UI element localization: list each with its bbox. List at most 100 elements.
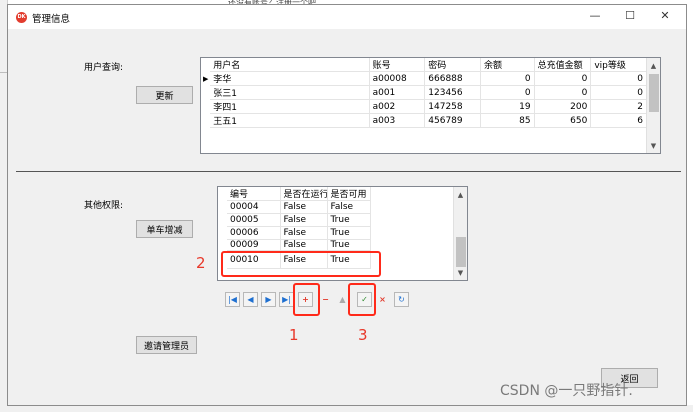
- cell-total-recharge[interactable]: 200: [534, 99, 592, 114]
- cell-total-recharge[interactable]: 650: [534, 113, 592, 128]
- row-header-cell: [201, 114, 210, 128]
- column-header-vip-level[interactable]: vip等级: [590, 58, 647, 72]
- nav-prior-icon[interactable]: ◀: [243, 292, 258, 307]
- other-permissions-label: 其他权限:: [84, 201, 124, 211]
- cell-vip-level[interactable]: 2: [590, 99, 647, 114]
- column-header-password[interactable]: 密码: [424, 58, 481, 72]
- cell-running[interactable]: False: [280, 226, 328, 240]
- row-header-cell: [218, 227, 227, 240]
- row-header-cell: [218, 240, 227, 251]
- title-bar: DK 管理信息 — ☐ ✕: [8, 5, 686, 29]
- column-header-available[interactable]: 是否可用: [327, 187, 371, 201]
- cell-available[interactable]: True: [327, 226, 371, 240]
- cell-username[interactable]: 王五1: [210, 113, 370, 128]
- scroll-down-icon[interactable]: ▼: [454, 267, 467, 279]
- cell-account[interactable]: a00008: [369, 71, 426, 86]
- bike-grid-scrollbar[interactable]: ▲ ▼: [453, 187, 467, 280]
- cell-balance[interactable]: 19: [480, 99, 535, 114]
- cell-id[interactable]: 00009: [227, 239, 281, 251]
- section-divider: [16, 171, 681, 172]
- cell-total-recharge[interactable]: 0: [534, 85, 592, 100]
- scroll-thumb[interactable]: [456, 237, 466, 267]
- cell-running[interactable]: False: [280, 200, 328, 214]
- table-row[interactable]: 00006 False True: [218, 226, 371, 240]
- cell-username[interactable]: 李四1: [210, 99, 370, 114]
- user-table-header: 用户名 账号 密码 余额 总充值金额 vip等级: [201, 58, 647, 72]
- cell-username[interactable]: 张三1: [210, 85, 370, 100]
- scroll-up-icon[interactable]: ▲: [647, 60, 660, 72]
- row-header-cell: [201, 86, 210, 100]
- annotation-box-new-row: [221, 251, 381, 277]
- cell-password[interactable]: 456789: [424, 113, 481, 128]
- bike-adjust-button[interactable]: 单车增减: [136, 220, 193, 238]
- management-window: DK 管理信息 — ☐ ✕ 用户查询: 更新 用户名 账号 密码 余额 总充值金…: [7, 4, 687, 406]
- row-header-cell: [218, 187, 227, 201]
- cell-password[interactable]: 147258: [424, 99, 481, 114]
- cell-balance[interactable]: 0: [480, 71, 535, 86]
- minimize-button[interactable]: —: [578, 5, 612, 27]
- row-header-cell: [201, 100, 210, 114]
- close-button[interactable]: ✕: [648, 5, 682, 27]
- cell-running[interactable]: False: [280, 239, 328, 251]
- cell-balance[interactable]: 0: [480, 85, 535, 100]
- background-bottom-strip: [0, 405, 693, 412]
- cell-password[interactable]: 666888: [424, 71, 481, 86]
- table-row[interactable]: 李四1 a002 147258 19 200 2: [201, 99, 647, 114]
- user-query-label: 用户查询:: [84, 63, 124, 73]
- cell-vip-level[interactable]: 0: [590, 85, 647, 100]
- app-logo-icon: DK: [16, 12, 27, 23]
- cell-password[interactable]: 123456: [424, 85, 481, 100]
- window-title: 管理信息: [32, 14, 71, 25]
- annotation-number-2: 2: [196, 254, 206, 272]
- scroll-down-icon[interactable]: ▼: [647, 140, 660, 152]
- refresh-button[interactable]: 更新: [136, 86, 193, 104]
- watermark-text: CSDN @一只野指针.: [500, 383, 633, 399]
- table-row[interactable]: 00004 False False: [218, 200, 371, 214]
- user-grid-scrollbar[interactable]: ▲ ▼: [646, 58, 660, 153]
- table-row[interactable]: 王五1 a003 456789 85 650 6: [201, 113, 647, 128]
- user-grid[interactable]: 用户名 账号 密码 余额 总充值金额 vip等级 ▶ 李华 a00008 666…: [200, 57, 661, 154]
- column-header-id[interactable]: 编号: [227, 187, 281, 201]
- cell-id[interactable]: 00005: [227, 213, 281, 227]
- cell-vip-level[interactable]: 0: [590, 71, 647, 86]
- nav-refresh-icon[interactable]: ↻: [394, 292, 409, 307]
- table-row[interactable]: ▶ 李华 a00008 666888 0 0 0: [201, 71, 647, 86]
- nav-next-icon[interactable]: ▶: [261, 292, 276, 307]
- cell-vip-level[interactable]: 6: [590, 113, 647, 128]
- user-table: 用户名 账号 密码 余额 总充值金额 vip等级 ▶ 李华 a00008 666…: [201, 58, 647, 128]
- column-header-username[interactable]: 用户名: [210, 58, 370, 72]
- cell-username[interactable]: 李华: [210, 71, 370, 86]
- table-row[interactable]: 00009 False True: [218, 239, 371, 251]
- row-header-cell: [218, 201, 227, 214]
- scroll-thumb[interactable]: [649, 74, 659, 112]
- column-header-account[interactable]: 账号: [369, 58, 426, 72]
- annotation-number-1: 1: [289, 326, 299, 344]
- cell-available[interactable]: True: [327, 239, 371, 251]
- nav-last-icon[interactable]: ▶|: [279, 292, 294, 307]
- cell-balance[interactable]: 85: [480, 113, 535, 128]
- column-header-balance[interactable]: 余额: [480, 58, 535, 72]
- cell-available[interactable]: True: [327, 213, 371, 227]
- annotation-box-insert: [293, 283, 320, 316]
- cell-running[interactable]: False: [280, 213, 328, 227]
- table-row[interactable]: 张三1 a001 123456 0 0 0: [201, 85, 647, 100]
- row-header-cell: [218, 214, 227, 227]
- maximize-button[interactable]: ☐: [613, 5, 647, 27]
- cell-account[interactable]: a001: [369, 85, 426, 100]
- nav-delete-icon[interactable]: −: [318, 292, 333, 307]
- cell-account[interactable]: a002: [369, 99, 426, 114]
- nav-first-icon[interactable]: |◀: [225, 292, 240, 307]
- column-header-total-recharge[interactable]: 总充值金额: [534, 58, 592, 72]
- annotation-number-3: 3: [358, 326, 368, 344]
- column-header-running[interactable]: 是否在运行: [280, 187, 328, 201]
- cell-total-recharge[interactable]: 0: [534, 71, 592, 86]
- table-row[interactable]: 00005 False True: [218, 213, 371, 227]
- nav-cancel-icon[interactable]: ×: [375, 292, 390, 307]
- bike-table-header: 编号 是否在运行 是否可用: [218, 187, 371, 201]
- invite-admin-button[interactable]: 邀请管理员: [136, 336, 197, 354]
- cell-account[interactable]: a003: [369, 113, 426, 128]
- cell-id[interactable]: 00006: [227, 226, 281, 240]
- cell-id[interactable]: 00004: [227, 200, 281, 214]
- cell-available[interactable]: False: [327, 200, 371, 214]
- scroll-up-icon[interactable]: ▲: [454, 189, 467, 201]
